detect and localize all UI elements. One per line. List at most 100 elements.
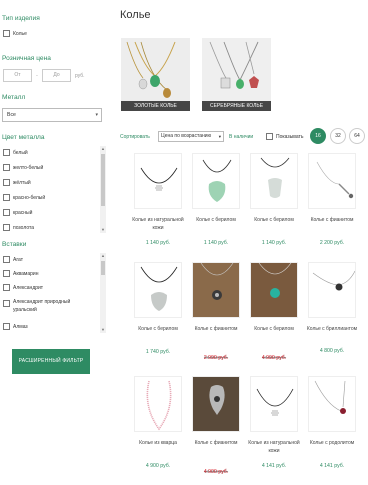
metal-title: Металл <box>2 94 26 101</box>
product-price: 4 900 руб. <box>203 469 229 475</box>
sort-select[interactable]: Цена по возрастанию ▾ <box>158 131 224 142</box>
inserts-title: Вставки <box>2 241 27 248</box>
in-stock-filter[interactable]: В наличии <box>229 134 253 140</box>
metal-color-option[interactable]: белый <box>3 149 28 156</box>
product-type-option[interactable]: Колье <box>3 30 27 37</box>
scroll-down-icon[interactable]: ▼ <box>100 227 106 233</box>
metal-color-list: белый желто-белый жёлтый красно-белый кр… <box>0 146 106 233</box>
product-name[interactable]: Колье с родолитом <box>302 440 362 448</box>
product-name[interactable]: Колье с берилом <box>244 217 304 225</box>
product-price: 4 900 руб. <box>145 463 171 469</box>
product-price: 4 800 руб. <box>319 348 345 354</box>
show-label: Показывать <box>276 133 304 140</box>
product-image[interactable] <box>308 153 356 209</box>
per-page-64[interactable]: 64 <box>349 128 365 144</box>
product-name[interactable]: Колье из натуральной кожи <box>244 440 304 455</box>
product-price: 1 140 руб. <box>203 240 229 246</box>
insert-option[interactable]: Алмаз <box>3 323 28 330</box>
page-title: Колье <box>120 9 151 21</box>
per-page-32[interactable]: 32 <box>330 128 346 144</box>
product-name[interactable]: Колье с фианитом <box>186 326 246 334</box>
checkbox-icon[interactable] <box>3 30 10 37</box>
product-name[interactable]: Колье с бриллиантом <box>302 326 362 334</box>
checkbox-icon[interactable] <box>3 284 10 291</box>
category-gold-necklaces[interactable]: ЗОЛОТЫЕ КОЛЬЕ <box>121 38 190 111</box>
insert-option[interactable]: Аквамарин <box>3 270 38 277</box>
option-label: Агат <box>13 256 24 263</box>
checkbox-icon[interactable] <box>3 209 10 216</box>
price-dash: - <box>36 72 38 79</box>
product-image[interactable] <box>250 153 298 209</box>
checkbox-icon[interactable] <box>3 149 10 156</box>
product-image[interactable] <box>134 376 182 432</box>
scroll-up-icon[interactable]: ▲ <box>100 146 106 152</box>
sort-label: Сортировать <box>120 134 150 140</box>
metal-color-option[interactable]: желто-белый <box>3 164 43 171</box>
insert-option[interactable]: Агат <box>3 256 23 263</box>
checkbox-icon[interactable] <box>3 164 10 171</box>
category-label: СЕРЕБРЯНЫЕ КОЛЬЕ <box>202 101 271 111</box>
product-image[interactable] <box>192 153 240 209</box>
inserts-scrollbar[interactable]: ▲ ▼ <box>100 253 106 333</box>
advanced-filter-button[interactable]: РАСШИРЕННЫЙ ФИЛЬТР <box>12 349 90 374</box>
product-price: 1 140 руб. <box>261 240 287 246</box>
checkbox-icon[interactable] <box>3 323 10 330</box>
product-price: 4 141 руб. <box>261 463 287 469</box>
product-image[interactable] <box>308 262 356 318</box>
option-label: Александрит природный уральский <box>13 299 71 313</box>
price-range: От - До руб. <box>3 69 85 82</box>
product-image[interactable] <box>192 262 240 318</box>
price-unit: руб. <box>75 72 85 79</box>
category-silver-necklaces[interactable]: СЕРЕБРЯНЫЕ КОЛЬЕ <box>202 38 271 111</box>
product-image[interactable] <box>250 262 298 318</box>
checkbox-icon[interactable] <box>3 224 10 231</box>
product-price: 4 990 руб. <box>261 355 287 361</box>
option-label: красно-белый <box>13 194 46 201</box>
checkbox-icon[interactable] <box>3 300 10 307</box>
product-name[interactable]: Колье с фианитом <box>302 217 362 225</box>
insert-option[interactable]: Александрит <box>3 284 43 291</box>
scroll-up-icon[interactable]: ▲ <box>100 253 106 259</box>
show-toggle[interactable]: Показывать <box>266 133 303 140</box>
product-image[interactable] <box>308 376 356 432</box>
option-label: желто-белый <box>13 164 44 171</box>
product-image[interactable] <box>250 376 298 432</box>
product-price: 2 200 руб. <box>319 240 345 246</box>
product-name[interactable]: Колье с берилом <box>186 217 246 225</box>
scroll-thumb[interactable] <box>101 154 105 206</box>
price-to-input[interactable]: До <box>42 69 71 82</box>
insert-option[interactable]: Александрит природный уральский <box>3 299 95 314</box>
product-name[interactable]: Колье из кварца <box>128 440 188 448</box>
product-image[interactable] <box>134 153 182 209</box>
scroll-down-icon[interactable]: ▼ <box>100 327 106 333</box>
metal-color-option[interactable]: жёлтый <box>3 179 31 186</box>
sort-select-value: Цена по возрастанию <box>161 133 212 139</box>
product-name[interactable]: Колье с берилом <box>244 326 304 334</box>
per-page-16[interactable]: 16 <box>310 128 326 144</box>
option-label: красный <box>13 209 33 216</box>
product-image[interactable] <box>192 376 240 432</box>
metal-color-scrollbar[interactable]: ▲ ▼ <box>100 146 106 233</box>
checkbox-icon[interactable] <box>266 133 273 140</box>
metal-select[interactable]: Все ▾ <box>2 108 102 122</box>
price-from-input[interactable]: От <box>3 69 32 82</box>
metal-color-option[interactable]: красный <box>3 209 32 216</box>
metal-color-option[interactable]: красно-белый <box>3 194 45 201</box>
checkbox-icon[interactable] <box>3 256 10 263</box>
option-label: позолота <box>13 224 34 231</box>
scroll-thumb[interactable] <box>101 261 105 275</box>
checkbox-icon[interactable] <box>3 194 10 201</box>
product-name[interactable]: Колье из натуральной кожи <box>128 217 188 232</box>
product-name[interactable]: Колье с берилом <box>128 326 188 334</box>
product-price: 2 990 руб. <box>203 355 229 361</box>
product-name[interactable]: Колье с фианитом <box>186 440 246 448</box>
checkbox-icon[interactable] <box>3 179 10 186</box>
product-type-option-label: Колье <box>13 30 27 37</box>
option-label: жёлтый <box>13 179 31 186</box>
chevron-down-icon: ▾ <box>95 112 98 118</box>
metal-color-option[interactable]: позолота <box>3 224 34 231</box>
checkbox-icon[interactable] <box>3 270 10 277</box>
product-price: 4 141 руб. <box>319 463 345 469</box>
product-image[interactable] <box>134 262 182 318</box>
option-label: белый <box>13 149 28 156</box>
